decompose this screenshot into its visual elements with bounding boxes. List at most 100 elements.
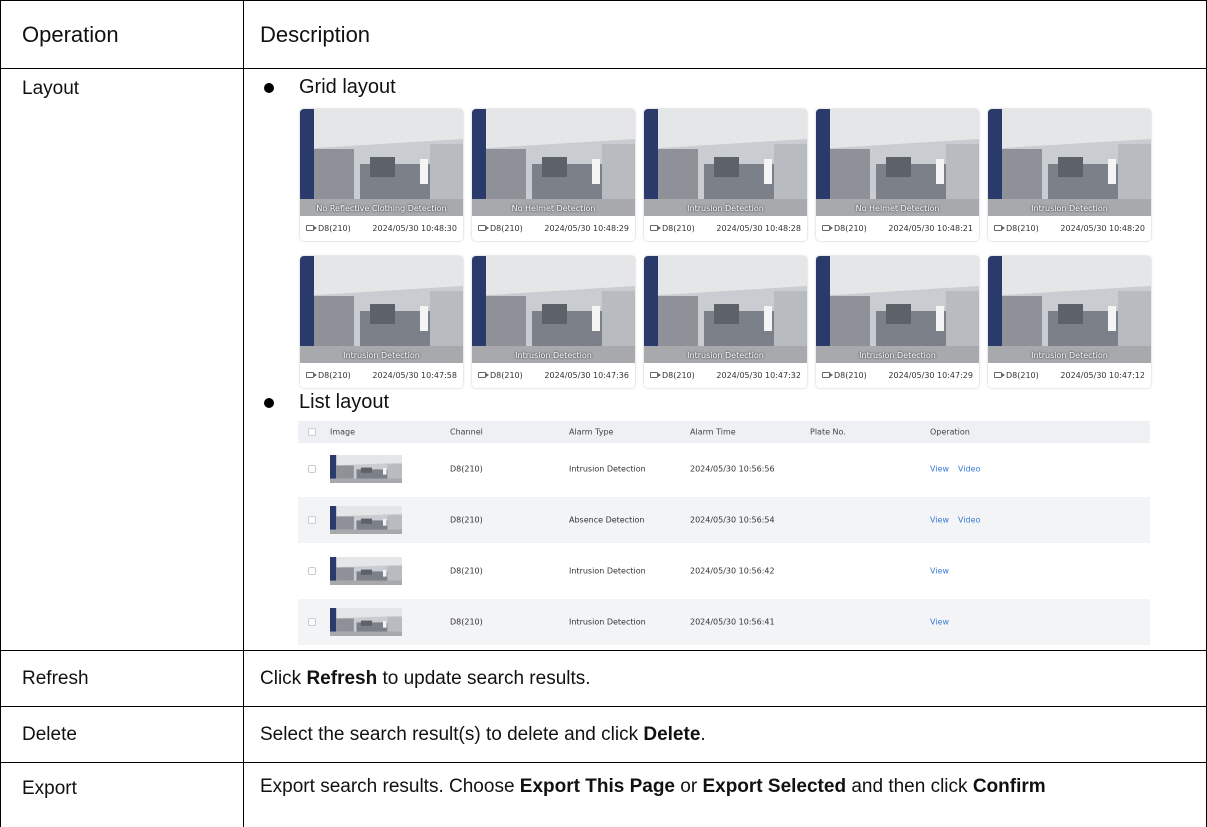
- operation-layout: Layout: [22, 78, 80, 99]
- column-alarm-type: Alarm Type: [569, 427, 614, 437]
- alarm-type-label: Intrusion Detection: [1031, 351, 1108, 360]
- alarm-card[interactable]: Intrusion Detection D8(210) 2024/05/30 10:…: [988, 256, 1151, 388]
- alarm-type-label: Intrusion Detection: [1031, 204, 1108, 213]
- view-link[interactable]: View: [930, 567, 949, 576]
- table-border-middle: [243, 0, 244, 827]
- view-link[interactable]: View: [930, 516, 949, 525]
- card-time: 2024/05/30 10:48:21: [888, 224, 973, 233]
- camera-icon: [994, 372, 1005, 378]
- card-footer: D8(210) 2024/05/30 10:47:29: [816, 368, 979, 384]
- row-alarm-time: 2024/05/30 10:56:56: [690, 464, 775, 474]
- alarm-snapshot: Intrusion Detection: [988, 256, 1151, 363]
- card-channel: D8(210): [318, 371, 351, 380]
- card-channel: D8(210): [490, 371, 523, 380]
- table-border: [0, 762, 1207, 763]
- grid-layout-label: Grid layout: [299, 76, 396, 98]
- alarm-snapshot: Intrusion Detection: [472, 256, 635, 363]
- alarm-type-label: Intrusion Detection: [687, 351, 764, 360]
- alarm-snapshot: Intrusion Detection: [644, 256, 807, 363]
- alarm-type-label: No Helmet Detection: [855, 204, 940, 213]
- card-channel: D8(210): [490, 224, 523, 233]
- operation-delete: Delete: [22, 724, 77, 745]
- card-footer: D8(210) 2024/05/30 10:48:28: [644, 221, 807, 237]
- alarm-snapshot: Intrusion Detection: [300, 256, 463, 363]
- row-alarm-time: 2024/05/30 10:56:42: [690, 566, 775, 576]
- list-header: Image Channel Alarm Type Alarm Time Plat…: [298, 421, 1150, 443]
- alarm-card[interactable]: No Helmet Detection D8(210) 2024/05/30 10:…: [472, 109, 635, 241]
- alarm-card[interactable]: No Helmet Detection D8(210) 2024/05/30 10:…: [816, 109, 979, 241]
- alarm-type-label: Intrusion Detection: [343, 351, 420, 360]
- row-operations: View: [930, 567, 958, 576]
- row-operations: View: [930, 618, 958, 627]
- row-thumbnail[interactable]: [330, 506, 402, 534]
- card-footer: D8(210) 2024/05/30 10:48:29: [472, 221, 635, 237]
- camera-icon: [822, 372, 833, 378]
- column-operation: Operation: [930, 427, 970, 437]
- row-operations: View Video: [930, 516, 989, 525]
- view-link[interactable]: View: [930, 465, 949, 474]
- alarm-type-label: No Helmet Detection: [511, 204, 596, 213]
- operation-refresh: Refresh: [22, 668, 89, 689]
- view-link[interactable]: View: [930, 618, 949, 627]
- table-row: D8(210) Intrusion Detection 2024/05/30 10:…: [298, 548, 1150, 594]
- column-plate-no: Plate No.: [810, 427, 846, 437]
- alarm-snapshot: Intrusion Detection: [644, 109, 807, 216]
- alarm-type-label: No Reflective Clothing Detection: [316, 204, 447, 213]
- card-time: 2024/05/30 10:47:29: [888, 371, 973, 380]
- row-alarm-time: 2024/05/30 10:56:41: [690, 617, 775, 627]
- row-alarm-type: Intrusion Detection: [569, 464, 646, 474]
- row-operations: View Video: [930, 465, 989, 474]
- alarm-type-label: Intrusion Detection: [859, 351, 936, 360]
- card-channel: D8(210): [318, 224, 351, 233]
- alarm-snapshot: No Helmet Detection: [816, 109, 979, 216]
- alarm-card[interactable]: Intrusion Detection D8(210) 2024/05/30 10:…: [644, 256, 807, 388]
- row-thumbnail[interactable]: [330, 455, 402, 483]
- alarm-type-label: Intrusion Detection: [687, 204, 764, 213]
- row-alarm-type: Absence Detection: [569, 515, 645, 525]
- alarm-card[interactable]: Intrusion Detection D8(210) 2024/05/30 10:…: [472, 256, 635, 388]
- alarm-snapshot: No Helmet Detection: [472, 109, 635, 216]
- card-channel: D8(210): [834, 224, 867, 233]
- row-checkbox[interactable]: [308, 465, 316, 473]
- bullet: [264, 83, 274, 93]
- card-footer: D8(210) 2024/05/30 10:48:30: [300, 221, 463, 237]
- card-footer: D8(210) 2024/05/30 10:47:36: [472, 368, 635, 384]
- card-footer: D8(210) 2024/05/30 10:47:58: [300, 368, 463, 384]
- table-border: [0, 68, 1207, 69]
- column-image: Image: [330, 427, 356, 437]
- alarm-card[interactable]: Intrusion Detection D8(210) 2024/05/30 10:…: [644, 109, 807, 241]
- row-channel: D8(210): [450, 566, 483, 576]
- card-time: 2024/05/30 10:47:12: [1060, 371, 1145, 380]
- alarm-card[interactable]: Intrusion Detection D8(210) 2024/05/30 10:…: [300, 256, 463, 388]
- card-footer: D8(210) 2024/05/30 10:47:12: [988, 368, 1151, 384]
- select-all-checkbox[interactable]: [308, 428, 316, 436]
- row-checkbox[interactable]: [308, 516, 316, 524]
- row-checkbox[interactable]: [308, 567, 316, 575]
- camera-icon: [650, 372, 661, 378]
- column-channel: Channel: [450, 427, 483, 437]
- card-time: 2024/05/30 10:48:29: [544, 224, 629, 233]
- alarm-card[interactable]: Intrusion Detection D8(210) 2024/05/30 10:…: [988, 109, 1151, 241]
- row-alarm-time: 2024/05/30 10:56:54: [690, 515, 775, 525]
- video-link[interactable]: Video: [958, 465, 980, 474]
- row-thumbnail[interactable]: [330, 557, 402, 585]
- card-footer: D8(210) 2024/05/30 10:48:21: [816, 221, 979, 237]
- alarm-card[interactable]: Intrusion Detection D8(210) 2024/05/30 10:…: [816, 256, 979, 388]
- card-channel: D8(210): [662, 224, 695, 233]
- row-checkbox[interactable]: [308, 618, 316, 626]
- alarm-card[interactable]: No Reflective Clothing Detection D8(210) 2…: [300, 109, 463, 241]
- column-alarm-time: Alarm Time: [690, 427, 736, 437]
- table-row: D8(210) Intrusion Detection 2024/05/30 10:…: [298, 446, 1150, 492]
- camera-icon: [822, 225, 833, 231]
- camera-icon: [994, 225, 1005, 231]
- row-thumbnail[interactable]: [330, 608, 402, 636]
- card-channel: D8(210): [1006, 224, 1039, 233]
- video-link[interactable]: Video: [958, 516, 980, 525]
- alarm-snapshot: Intrusion Detection: [988, 109, 1151, 216]
- alarm-type-label: Intrusion Detection: [515, 351, 592, 360]
- bullet: [264, 398, 274, 408]
- table-border-left: [0, 0, 1, 827]
- card-footer: D8(210) 2024/05/30 10:47:32: [644, 368, 807, 384]
- row-channel: D8(210): [450, 617, 483, 627]
- row-alarm-type: Intrusion Detection: [569, 617, 646, 627]
